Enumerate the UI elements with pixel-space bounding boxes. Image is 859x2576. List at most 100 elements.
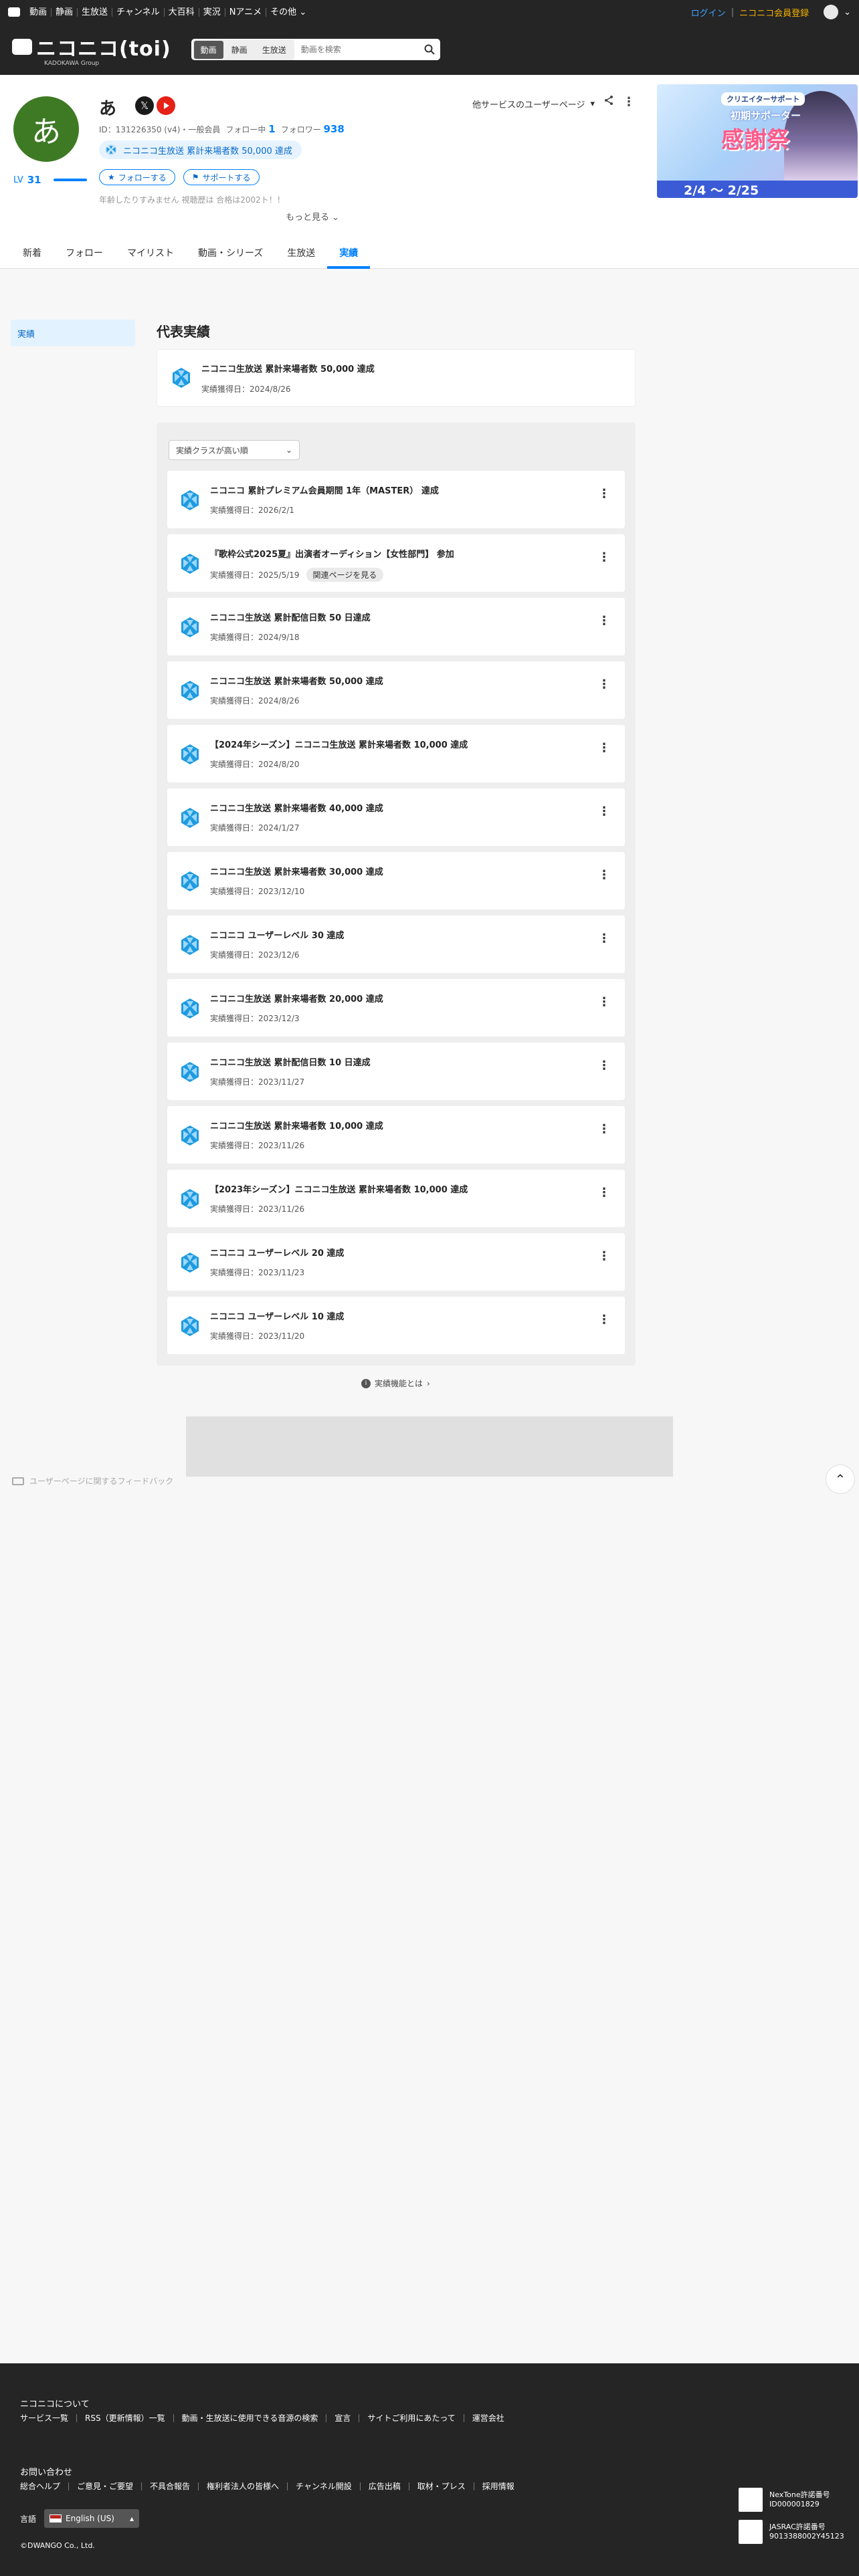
share-icon[interactable] <box>603 95 614 109</box>
footer-link[interactable]: RSS（更新情報）一覧 <box>77 2414 174 2422</box>
more-menu-icon[interactable]: ⋮ <box>598 677 610 691</box>
featured-achievement-badge[interactable]: ニコニコ生放送 累計来場者数 50,000 達成 <box>99 140 302 159</box>
achievement-date: 実績獲得日：2024/8/26 <box>201 385 291 394</box>
search-tab-image[interactable]: 静画 <box>225 41 254 59</box>
nav-item[interactable]: Nアニメ <box>225 7 267 17</box>
achievement-icon <box>178 933 202 960</box>
footer-link[interactable]: ご意見・ご要望 <box>69 2482 142 2490</box>
x-link-icon[interactable]: 𝕏 <box>135 96 154 115</box>
banner-line1: 初期サポーター <box>731 110 801 122</box>
more-menu-icon[interactable]: ⋮ <box>598 1313 610 1327</box>
more-menu-icon[interactable]: ⋮ <box>598 1186 610 1200</box>
footer-link[interactable]: 広告出稿 <box>361 2482 409 2490</box>
more-menu-icon[interactable]: ⋮ <box>598 614 610 628</box>
more-menu-icon[interactable]: ⋮ <box>598 1249 610 1263</box>
brand-sub: KADOKAWA Group <box>44 60 100 67</box>
more-menu-icon[interactable]: ⋮ <box>598 804 610 819</box>
language-select[interactable]: English (US) ▴ <box>44 2509 140 2528</box>
more-menu-icon[interactable]: ⋮ <box>598 868 610 882</box>
nav-item[interactable]: 生放送 <box>78 7 113 17</box>
achievement-card: ニコニコ生放送 累計配信日数 50 日達成 実績獲得日：2024/9/18 ⋮ <box>167 598 625 655</box>
achievement-icon <box>178 869 202 896</box>
more-menu-icon[interactable]: ⋮ <box>598 487 610 501</box>
footer-link[interactable]: サービス一覧 <box>20 2414 78 2422</box>
user-level: LV 31 <box>13 174 87 186</box>
achievement-list: 実績クラスが高い順 ⌄ ニコニコ 累計プレミアム会員期間 1年（MASTER） 達… <box>157 423 636 1366</box>
nav-item[interactable]: 静画 <box>52 7 78 17</box>
follow-button[interactable]: ★ フォローする <box>99 169 175 185</box>
show-more-button[interactable]: もっと見る ⌄ <box>286 210 339 223</box>
achievement-icon <box>178 552 202 578</box>
achievement-date: 実績獲得日：2023/12/6 <box>210 950 300 960</box>
achievement-icon <box>178 996 202 1023</box>
support-button[interactable]: ⚑ サポートする <box>183 169 260 185</box>
star-icon: ★ <box>108 173 115 182</box>
nav-item-more[interactable]: その他 ⌄ <box>266 8 310 17</box>
achievement-title: ニコニコ生放送 累計来場者数 40,000 達成 <box>210 804 383 814</box>
sidebar-item-achievements[interactable]: 実績 <box>11 320 135 346</box>
creator-support-banner[interactable]: クリエイターサポート 初期サポーター 感謝祭 2/4 〜 2/25 <box>657 84 858 198</box>
footer-link[interactable]: 取材・プレス <box>409 2482 474 2490</box>
footer-link[interactable]: 宣言 <box>326 2414 360 2422</box>
sort-select[interactable]: 実績クラスが高い順 ⌄ <box>169 440 300 460</box>
more-menu-icon[interactable]: ⋮ <box>598 1122 610 1136</box>
search-tab-video[interactable]: 動画 <box>193 40 223 59</box>
achievement-title: ニコニコ ユーザーレベル 20 達成 <box>210 1249 345 1259</box>
feedback-link[interactable]: ユーザーページに関するフィードバック <box>12 1475 173 1487</box>
footer-link[interactable]: 運営会社 <box>464 2414 512 2422</box>
info-icon: i <box>361 1378 371 1388</box>
user-avatar-icon[interactable] <box>824 5 839 19</box>
achievement-title: ニコニコ ユーザーレベル 30 達成 <box>210 931 345 941</box>
tab-videos-series[interactable]: 動画・シリーズ <box>186 246 275 269</box>
login-link[interactable]: ログイン <box>691 6 726 19</box>
more-menu-icon[interactable]: ⋮ <box>598 932 610 946</box>
more-menu-icon[interactable]: ⋮ <box>598 550 610 564</box>
footer-link[interactable]: 動画・生放送に使用できる音源の検索 <box>174 2414 327 2422</box>
more-menu-icon[interactable]: ⋮ <box>623 95 635 109</box>
register-link[interactable]: ニコニコ会員登録 <box>739 6 809 19</box>
achievement-card: 【2024年シーズン】ニコニコ生放送 累計来場者数 10,000 達成 実績獲得日… <box>167 725 625 782</box>
tab-mylist[interactable]: マイリスト <box>115 246 186 269</box>
nav-item[interactable]: 動画 <box>25 7 52 17</box>
us-flag-icon <box>50 2514 62 2523</box>
more-menu-icon[interactable]: ⋮ <box>598 1059 610 1073</box>
followers-count[interactable]: フォロワー 938 <box>281 123 345 135</box>
chevron-down-icon[interactable]: ⌄ <box>844 7 851 17</box>
footer-links-2: 総合ヘルプ ご意見・ご要望 不具合報告 権利者法人の皆様へ チャンネル開設 広告… <box>20 2482 522 2490</box>
following-count[interactable]: フォロー中 1 <box>225 123 275 135</box>
brand-logo[interactable]: ニコニコ(toi) KADOKAWA Group <box>12 32 171 67</box>
achievement-title: ニコニコ生放送 累計配信日数 10 日達成 <box>210 1058 371 1068</box>
achievement-help-link[interactable]: i 実績機能とは › <box>361 1378 430 1389</box>
footer-link[interactable]: チャンネル開設 <box>288 2482 361 2490</box>
footer-link[interactable]: 採用情報 <box>474 2482 522 2490</box>
more-menu-icon[interactable]: ⋮ <box>598 741 610 755</box>
nav-item[interactable]: 実況 <box>199 7 225 17</box>
footer-link[interactable]: 不具合報告 <box>142 2482 199 2490</box>
niconico-mini-icon[interactable] <box>8 7 20 17</box>
footer-link[interactable]: 権利者法人の皆様へ <box>199 2482 288 2490</box>
tab-live[interactable]: 生放送 <box>275 246 327 269</box>
achievement-card: ニコニコ ユーザーレベル 10 達成 実績獲得日：2023/11/20 ⋮ <box>167 1297 625 1354</box>
achievement-title: ニコニコ生放送 累計来場者数 50,000 達成 <box>210 677 383 687</box>
scroll-to-top-button[interactable]: ⌃ <box>826 1465 855 1494</box>
tab-achievements[interactable]: 実績 <box>327 246 371 269</box>
achievement-card: ニコニコ生放送 累計来場者数 30,000 達成 実績獲得日：2023/12/10… <box>167 852 625 909</box>
related-page-button[interactable]: 関連ページを見る <box>306 568 384 582</box>
footer-link[interactable]: 総合ヘルプ <box>20 2482 70 2490</box>
user-meta: ID：131226350 (v4)・一般会員 フォロー中 1 フォロワー 938 <box>99 123 345 135</box>
youtube-link-icon[interactable] <box>157 96 175 115</box>
search-tab-live[interactable]: 生放送 <box>256 41 293 59</box>
search-input[interactable] <box>294 45 420 54</box>
tab-follow[interactable]: フォロー <box>54 246 115 269</box>
search-icon[interactable] <box>420 40 439 59</box>
achievement-card: ニコニコ 累計プレミアム会員期間 1年（MASTER） 達成 実績獲得日：2026… <box>167 471 625 528</box>
nav-item[interactable]: 大百科 <box>165 7 199 17</box>
footer-link[interactable]: サイトご利用にあたって <box>359 2414 464 2422</box>
achievement-title: ニコニコ生放送 累計配信日数 50 日達成 <box>210 613 371 623</box>
achievement-date: 実績獲得日：2024/8/20 <box>210 760 300 769</box>
achievement-card: ニコニコ生放送 累計来場者数 20,000 達成 実績獲得日：2023/12/3 ⋮ <box>167 979 625 1037</box>
other-services-dropdown[interactable]: 他サービスのユーザーページ ▾ <box>472 98 595 110</box>
nav-item[interactable]: チャンネル <box>112 7 165 17</box>
more-menu-icon[interactable]: ⋮ <box>598 995 610 1009</box>
tab-new[interactable]: 新着 <box>11 246 54 269</box>
